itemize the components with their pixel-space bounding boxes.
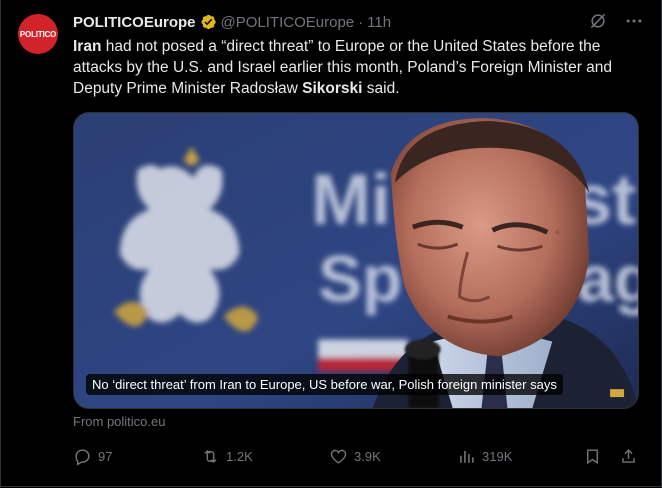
like-count: 3.9K [354, 448, 381, 464]
grok-icon[interactable] [587, 10, 609, 32]
tweet-card[interactable]: POLITICO POLITICOEurope @POLITICOEurope … [0, 0, 662, 487]
tweet-text-end: said. [362, 80, 400, 97]
svg-text:Sp: Sp [318, 243, 402, 316]
timestamp[interactable]: 11h [367, 14, 391, 31]
tweet-text-keyword: Sikorski [302, 80, 363, 97]
like-button[interactable]: 3.9K [329, 444, 381, 468]
repost-button[interactable]: 1.2K [201, 444, 253, 468]
avatar-logo-text: POLITICO [19, 29, 57, 39]
user-handle[interactable]: @POLITICOEurope [221, 14, 355, 31]
media-card[interactable]: Mi Sp st ag [73, 112, 639, 409]
tweet-text: Iran had not posed a “direct threat” to … [73, 36, 643, 99]
verified-badge-icon[interactable] [199, 13, 217, 31]
action-bar: 97 1.2K 3.9K 319K [73, 444, 643, 468]
svg-text:Mi: Mi [311, 160, 391, 240]
share-icon [622, 448, 635, 463]
repost-count: 1.2K [226, 448, 253, 464]
bookmark-icon [587, 448, 598, 464]
top-actions [587, 10, 645, 32]
separator-dot: · [358, 13, 364, 31]
link-card-caption[interactable]: No ‘direct threat’ from Iran to Europe, … [86, 374, 563, 395]
avatar[interactable]: POLITICO [18, 14, 58, 54]
views-icon [460, 450, 474, 463]
views-button[interactable]: 319K [457, 444, 512, 468]
reply-icon [75, 448, 90, 466]
link-source[interactable]: From politico.eu [73, 414, 165, 429]
reply-button[interactable]: 97 [73, 444, 112, 468]
news-photo: Mi Sp st ag [74, 113, 638, 408]
tweet-header: POLITICOEurope @POLITICOEurope · 11h [73, 12, 391, 32]
view-count: 319K [482, 448, 513, 464]
repost-icon [204, 449, 217, 463]
reply-count: 97 [98, 448, 113, 464]
bookmark-button[interactable] [583, 444, 602, 468]
more-icon[interactable] [623, 10, 645, 32]
display-name[interactable]: POLITICOEurope [73, 14, 196, 31]
tweet-text-keyword: Iran [73, 38, 102, 55]
heart-icon [330, 449, 347, 464]
share-button[interactable] [619, 444, 638, 468]
